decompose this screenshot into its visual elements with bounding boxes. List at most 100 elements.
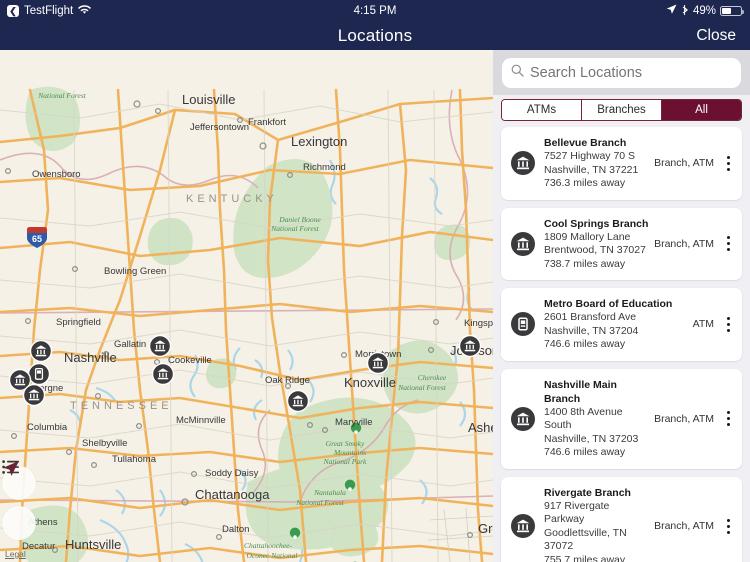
location-distance: 736.3 miles away — [544, 177, 626, 189]
map-controls[interactable] — [2, 460, 36, 540]
map-pin-branch-icon[interactable] — [286, 389, 310, 413]
map-pin-branch-icon[interactable] — [22, 383, 46, 407]
kebab-menu-icon[interactable] — [722, 316, 734, 332]
legal-link[interactable]: Legal — [5, 549, 26, 559]
location-distance: 755.7 miles away — [544, 553, 626, 562]
location-street: 917 Rivergate Parkway — [544, 499, 610, 526]
map-city-label: Chattanooga — [195, 487, 270, 502]
location-type-label: Branch, ATM — [654, 157, 714, 170]
map-city-label: Maryville — [335, 417, 372, 428]
map-city-label: Frankfort — [248, 117, 286, 128]
location-card[interactable]: Metro Board of Education 2601 Bransford A… — [501, 288, 742, 361]
kebab-menu-icon[interactable] — [722, 411, 734, 426]
locations-screen: ❮ TestFlight 4:15 PM 49% Locations Close… — [0, 0, 750, 562]
locations-list[interactable]: Bellevue Branch 7527 Highway 70 S Nashvill… — [493, 127, 750, 562]
filter-segment-atms[interactable]: ATMs — [502, 100, 582, 120]
map-city-label: Gallatin — [114, 339, 146, 350]
map-city-label: McMinnville — [176, 415, 226, 426]
close-button[interactable]: Close — [696, 27, 750, 45]
search-icon — [511, 64, 524, 82]
location-details: Nashville Main Branch 1400 8th Avenue Sou… — [544, 378, 650, 460]
search-bar-container — [493, 50, 750, 95]
map-city-label: Bowling Green — [104, 266, 166, 277]
map-city-label: Oak Ridge — [265, 375, 310, 386]
map-state-label: TENNESSEE — [70, 400, 173, 412]
location-type-label: Branch, ATM — [654, 237, 714, 250]
map-city-label: Owensboro — [32, 169, 81, 180]
bank-icon — [511, 406, 535, 431]
map-city-label: Jeffersontown — [190, 122, 249, 133]
battery-icon — [720, 6, 744, 16]
map-park-label: National Forest — [270, 224, 319, 233]
map-city-label: Greenville — [478, 521, 493, 536]
map-city-label: Soddy Daisy — [205, 468, 259, 479]
svg-text:65: 65 — [32, 234, 42, 244]
map-city-label: Tullahoma — [112, 454, 157, 465]
location-card[interactable]: Nashville Main Branch 1400 8th Avenue Sou… — [501, 368, 742, 469]
map-city-label: Kingsport — [464, 318, 493, 329]
location-name: Bellevue Branch — [544, 137, 627, 149]
location-card[interactable]: Bellevue Branch 7527 Highway 70 S Nashvill… — [501, 127, 742, 200]
list-toggle-button[interactable] — [2, 460, 36, 540]
map-pin-branch-icon[interactable] — [29, 339, 53, 363]
location-distance: 746.6 miles away — [544, 338, 626, 350]
bank-icon — [511, 514, 535, 539]
filter-segment-branches[interactable]: Branches — [582, 100, 662, 120]
map-park-label: Cherokee — [418, 373, 447, 382]
search-box[interactable] — [502, 58, 741, 88]
map-city-label: Lexington — [291, 134, 347, 149]
search-input[interactable] — [530, 65, 732, 81]
location-street: 2601 Bransford Ave — [544, 311, 637, 323]
status-bar: ❮ TestFlight 4:15 PM 49% — [0, 0, 750, 22]
map-city-label: Columbia — [27, 422, 68, 433]
map-city-label: Decatur — [22, 541, 55, 552]
map-park-label: Mountains — [333, 448, 366, 457]
location-name: Nashville Main Branch — [544, 378, 617, 405]
location-street: 7527 Highway 70 S — [544, 150, 636, 162]
bank-icon — [511, 231, 535, 256]
map-city-label: Cookeville — [168, 355, 212, 366]
location-details: Cool Springs Branch 1809 Mallory Lane Bren… — [544, 217, 650, 272]
kebab-menu-icon[interactable] — [722, 236, 734, 252]
filter-container: ATMs Branches All — [493, 95, 750, 127]
location-type-label: ATM — [692, 318, 714, 331]
location-type-label: Branch, ATM — [654, 520, 714, 533]
kebab-menu-icon[interactable] — [722, 518, 734, 534]
map-park-label: National Forest — [397, 383, 446, 392]
location-card[interactable]: Rivergate Branch 917 Rivergate Parkway Goo… — [501, 476, 742, 562]
map-pin-branch-icon[interactable] — [366, 351, 390, 375]
filter-segmented-control[interactable]: ATMs Branches All — [501, 99, 742, 121]
map-pin-branch-icon[interactable] — [458, 334, 482, 358]
kebab-menu-icon[interactable] — [722, 155, 734, 171]
location-city-state-zip: Goodlettsville, TN 37072 — [544, 526, 627, 553]
location-street: 1400 8th Avenue South — [544, 405, 623, 432]
location-city-state-zip: Brentwood, TN 37027 — [544, 244, 646, 256]
filter-segment-all[interactable]: All — [662, 100, 741, 120]
map-park-label: Oconee National — [246, 551, 297, 560]
location-city-state-zip: Nashville, TN 37221 — [544, 163, 639, 176]
map-pin-branch-icon[interactable] — [148, 334, 172, 358]
map-park-label: Great Smoky — [326, 439, 365, 448]
map-park-label: Chattahoochee- — [244, 541, 292, 550]
status-bar-time: 4:15 PM — [353, 5, 397, 17]
map-pin-branch-icon[interactable] — [151, 362, 175, 386]
map-city-label: Shelbyville — [82, 438, 127, 449]
location-name: Cool Springs Branch — [544, 217, 649, 230]
location-name: Rivergate Branch — [544, 486, 631, 499]
map-pin-atm-icon[interactable] — [27, 362, 51, 386]
map-park-label: Daniel Boone — [278, 215, 321, 224]
location-card[interactable]: Cool Springs Branch 1809 Mallory Lane Bren… — [501, 207, 742, 280]
atm-icon — [511, 312, 535, 337]
location-street: 1809 Mallory Lane — [544, 230, 631, 243]
nav-bar: Locations Close — [0, 22, 750, 50]
map-city-label: Huntsville — [65, 537, 121, 552]
locations-panel: ATMsBranchesAll Bellevue Branch7527 High… — [493, 50, 750, 562]
map-view[interactable]: National Forest Daniel Boone National Fore… — [0, 50, 493, 562]
map-park-label: National Forest — [295, 498, 344, 507]
location-city-state-zip: Nashville, TN 37203 — [544, 432, 639, 445]
map-park-label: National Forest — [37, 91, 86, 100]
location-details: Rivergate Branch 917 Rivergate Parkway Goo… — [544, 486, 650, 562]
location-name: Metro Board of Education — [544, 298, 673, 310]
map-city-label: Springfield — [56, 317, 101, 328]
map-park-label: National Park — [323, 457, 367, 466]
